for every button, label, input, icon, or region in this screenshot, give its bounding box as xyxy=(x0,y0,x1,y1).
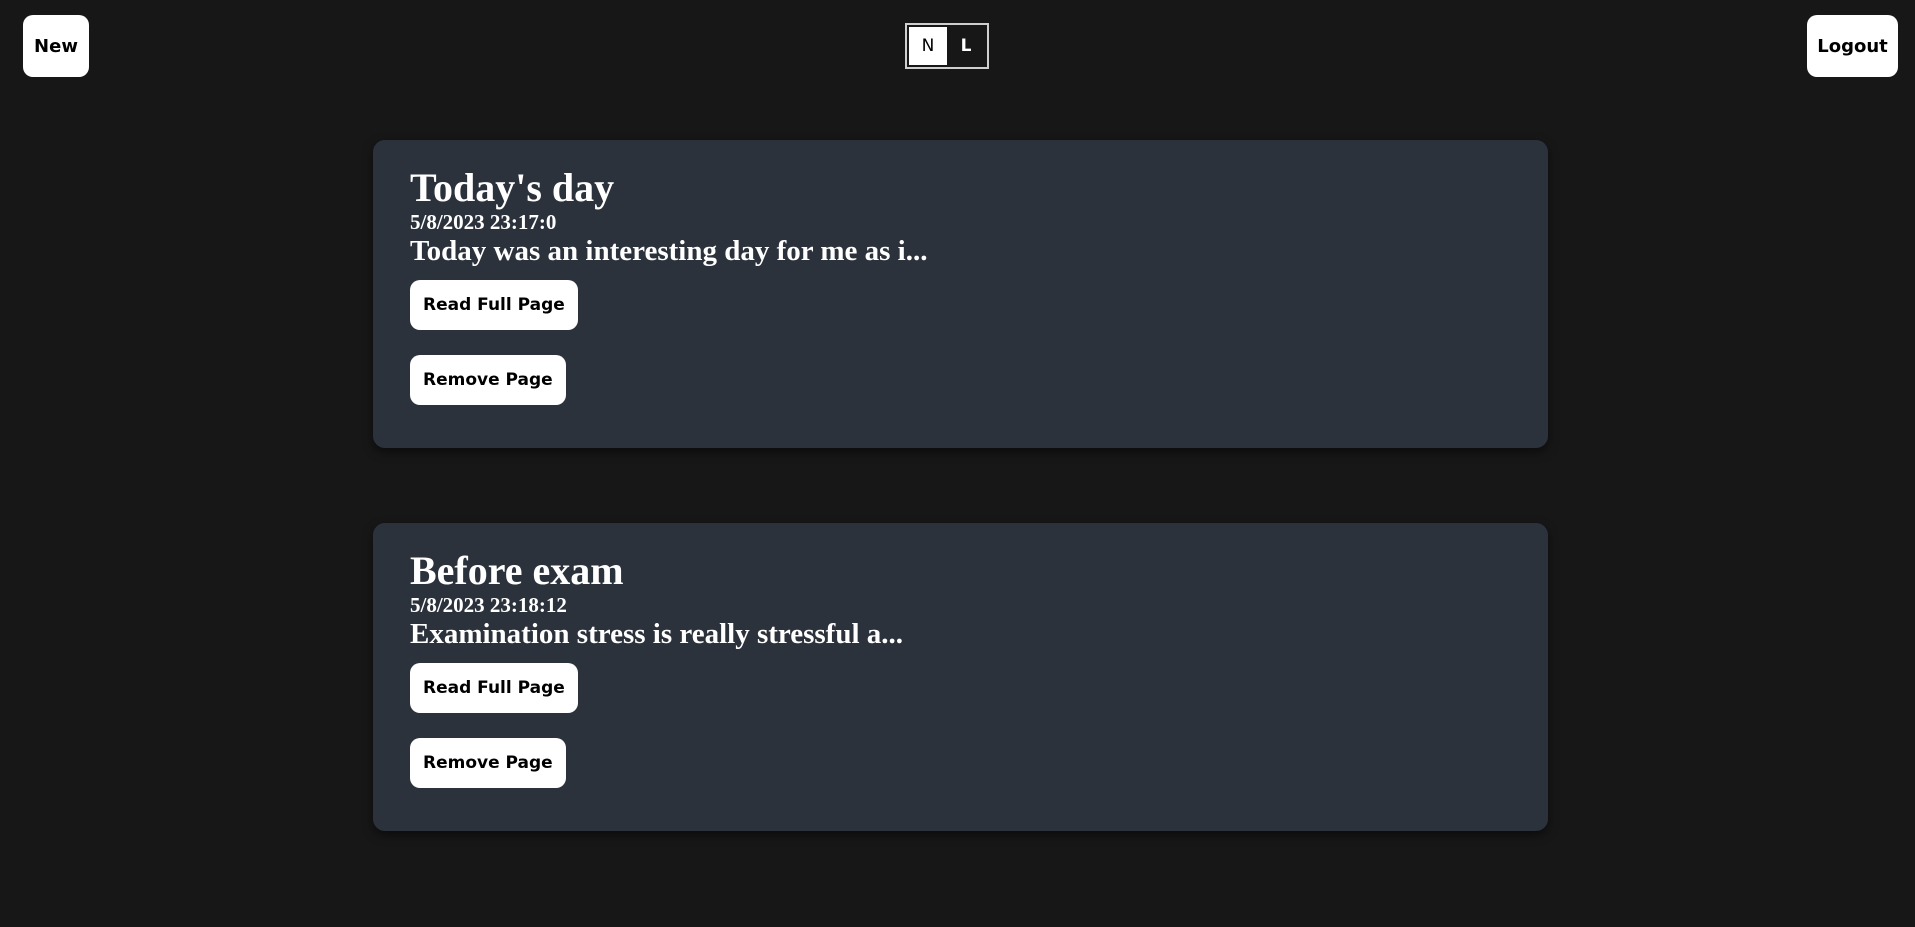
read-full-page-button[interactable]: Read Full Page xyxy=(410,663,578,713)
app-logo: N L xyxy=(905,23,989,69)
entry-title: Before exam xyxy=(410,548,624,593)
remove-page-button[interactable]: Remove Page xyxy=(410,738,566,788)
entry-snippet: Today was an interesting day for me as i… xyxy=(410,235,928,267)
entry-title: Today's day xyxy=(410,165,615,210)
logo-letter-n: N xyxy=(909,27,947,65)
logo-letter-l: L xyxy=(947,27,985,65)
entry-card: Before exam 5/8/2023 23:18:12 Examinatio… xyxy=(373,523,1548,831)
entry-card: Today's day 5/8/2023 23:17:0 Today was a… xyxy=(373,140,1548,448)
logout-button[interactable]: Logout xyxy=(1807,15,1898,77)
remove-page-button[interactable]: Remove Page xyxy=(410,355,566,405)
new-button[interactable]: New xyxy=(23,15,89,77)
entry-date: 5/8/2023 23:18:12 xyxy=(410,593,567,617)
entry-snippet: Examination stress is really stressful a… xyxy=(410,618,904,650)
read-full-page-button[interactable]: Read Full Page xyxy=(410,280,578,330)
entry-date: 5/8/2023 23:17:0 xyxy=(410,210,557,234)
